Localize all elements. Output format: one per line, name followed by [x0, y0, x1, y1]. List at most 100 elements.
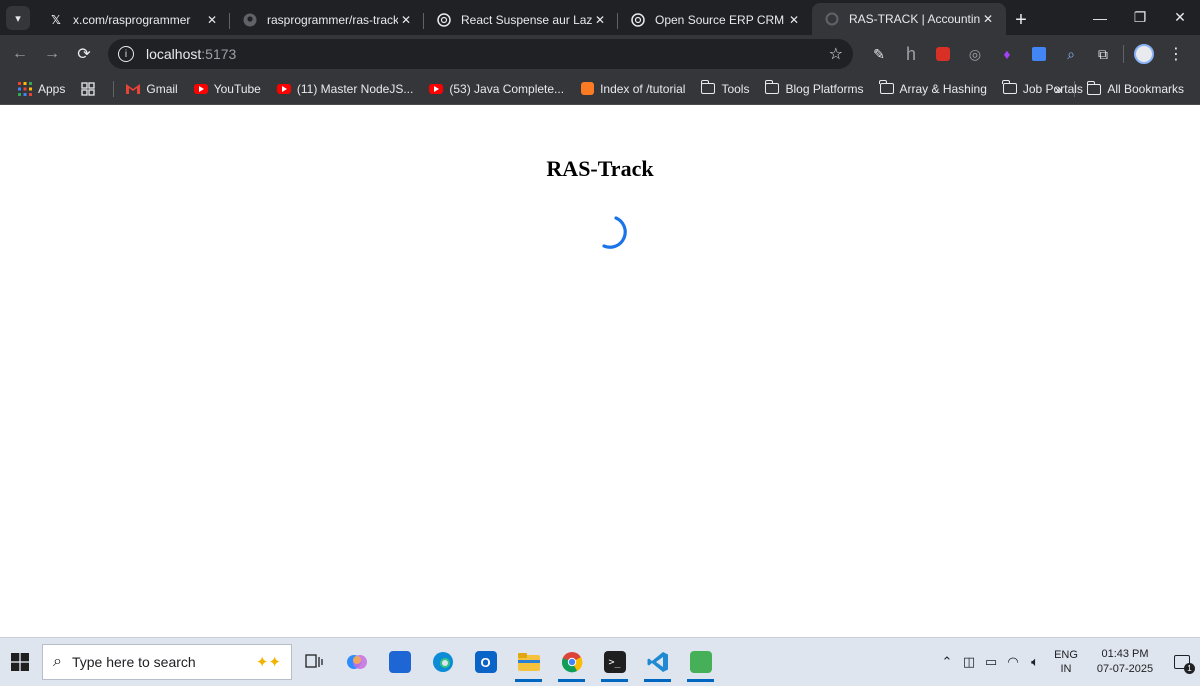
github-icon [242, 12, 258, 28]
taskbar-search-input[interactable]: ⌕ Type here to search ✦✦ [42, 644, 292, 680]
all-bookmarks-button[interactable]: All Bookmarks [1079, 75, 1192, 103]
reload-icon[interactable]: ⟳ [68, 38, 100, 70]
tab-title: x.com/rasprogrammer [73, 13, 191, 27]
tab-close-icon[interactable]: ✕ [398, 13, 414, 27]
restore-icon[interactable]: ❐ [1120, 0, 1160, 35]
meet-now-icon[interactable]: ◫ [958, 654, 980, 670]
bookmark-label: Apps [38, 81, 66, 96]
red-extension-icon[interactable] [927, 38, 959, 70]
page-title: RAS-Track [546, 156, 654, 181]
bookmark-index-tutorial[interactable]: Index of /tutorial [572, 75, 693, 103]
tab-close-icon[interactable]: ✕ [592, 13, 608, 27]
back-arrow-icon[interactable]: ← [4, 38, 36, 70]
wifi-icon[interactable]: ◠ [1002, 654, 1024, 670]
tab-close-icon[interactable]: ✕ [980, 12, 996, 26]
notepad-icon[interactable] [679, 641, 722, 683]
purple-extension-icon[interactable]: ♦ [991, 38, 1023, 70]
tab-search-button[interactable]: ▾ [6, 6, 30, 30]
compass-extension-icon[interactable]: ◎ [959, 38, 991, 70]
terminal-icon[interactable]: >_ [593, 641, 636, 683]
input-language[interactable]: ENG IN [1046, 648, 1086, 676]
bookmark-label: Gmail [146, 81, 178, 96]
task-view-icon[interactable] [292, 641, 335, 683]
translate-extension-icon[interactable] [1023, 38, 1055, 70]
loading-spinner-icon [602, 216, 627, 249]
folder-icon [1002, 80, 1017, 96]
tab-title: RAS-TRACK | Accounting Inv [849, 12, 980, 26]
bookmark-youtube[interactable]: YouTube [186, 75, 269, 103]
forward-arrow-icon[interactable]: → [36, 38, 68, 70]
bookmarks-divider [1074, 81, 1076, 97]
tab-github[interactable]: rasprogrammer/ras-track ✕ [230, 5, 424, 35]
sparkles-icon: ✦✦ [255, 654, 281, 671]
bookmark-star-icon[interactable]: ☆ [829, 44, 843, 64]
system-clock[interactable]: 01:43 PM 07-07-2025 [1086, 647, 1164, 677]
search-placeholder: Type here to search [71, 654, 196, 670]
tab-react-suspense[interactable]: React Suspense aur Lazy ✕ [424, 5, 618, 35]
chrome-browser-icon[interactable] [550, 641, 593, 683]
outlook-icon[interactable]: O [464, 641, 507, 683]
tab-close-icon[interactable]: ✕ [204, 13, 220, 27]
apps-grid-icon [18, 81, 32, 96]
bookmark-label: Tools [721, 81, 750, 96]
profile-avatar[interactable] [1128, 38, 1160, 70]
copilot-icon[interactable] [335, 641, 378, 683]
more-menu-icon[interactable]: ⋮ [1160, 38, 1192, 70]
tab-title: rasprogrammer/ras-track [267, 13, 398, 27]
bookmarks-right: » All Bookmarks [1047, 73, 1192, 105]
tab-title: Open Source ERP CRM [655, 13, 785, 27]
notification-center-icon[interactable]: 1 [1164, 655, 1200, 674]
search-extension-icon[interactable]: ⌕ [1055, 38, 1087, 70]
youtube-icon [429, 82, 444, 96]
youtube-icon [276, 82, 291, 96]
chevron-up-icon[interactable]: ⌃ [936, 654, 958, 670]
chatgpt-icon [436, 12, 452, 28]
tab-x[interactable]: 𝕏 x.com/rasprogrammer ✕ [36, 5, 230, 35]
bookmarks-bar: Apps Gmail YouTube (11) Master NodeJS...… [0, 73, 1200, 105]
windows-logo-icon [11, 653, 29, 671]
xampp-icon [580, 82, 594, 96]
bookmarks-divider [113, 80, 115, 97]
bookmark-java-complete[interactable]: (53) Java Complete... [421, 75, 572, 103]
close-window-icon[interactable]: ✕ [1160, 0, 1200, 35]
bookmark-folder-tools[interactable]: Tools [693, 75, 757, 103]
bookmark-label: (11) Master NodeJS... [296, 81, 414, 96]
folder-icon [700, 80, 716, 96]
volume-icon[interactable]: 🔈︎ [1024, 654, 1046, 670]
minimize-icon[interactable]: — [1080, 0, 1120, 35]
file-explorer-icon[interactable] [507, 641, 550, 683]
tab-groups-button[interactable] [73, 75, 109, 103]
youtube-icon [193, 82, 208, 96]
search-icon: ⌕ [53, 653, 62, 670]
bookmarks-overflow-icon[interactable]: » [1047, 75, 1071, 103]
h-extension-icon[interactable]: h [895, 38, 927, 70]
tab-open-source-erp[interactable]: Open Source ERP CRM ✕ [618, 5, 812, 35]
bookmark-master-nodejs[interactable]: (11) Master NodeJS... [269, 75, 421, 103]
address-bar[interactable]: i localhost:5173 ☆ [108, 39, 853, 69]
battery-icon[interactable]: ▭ [980, 654, 1002, 670]
vscode-icon[interactable] [636, 641, 679, 683]
windows-start-button[interactable] [0, 642, 40, 682]
tab-groups-icon [81, 81, 96, 96]
site-info-icon[interactable]: i [118, 46, 134, 62]
eyedropper-extension-icon[interactable]: ✎ [863, 38, 895, 70]
gmail-icon [126, 82, 141, 96]
bookmark-folder-array-hashing[interactable]: Array & Hashing [872, 75, 995, 103]
new-tab-button[interactable]: + [1006, 5, 1036, 35]
all-bookmarks-label: All Bookmarks [1107, 82, 1184, 96]
x-logo-icon: 𝕏 [51, 13, 61, 27]
extensions-puzzle-icon[interactable]: ⧉ [1087, 38, 1119, 70]
tab-close-icon[interactable]: ✕ [786, 13, 802, 27]
bookmark-apps[interactable]: Apps [10, 75, 73, 103]
microsoft-store-icon[interactable] [378, 641, 421, 683]
toolbar-divider [1123, 45, 1124, 63]
edge-browser-icon[interactable] [421, 641, 464, 683]
tab-ras-track[interactable]: RAS-TRACK | Accounting Inv ✕ [812, 3, 1006, 35]
bookmark-label: Blog Platforms [785, 81, 864, 96]
browser-tab-strip: ▾ 𝕏 x.com/rasprogrammer ✕ rasprogrammer/… [0, 0, 1200, 35]
address-url[interactable]: localhost:5173 [146, 46, 829, 62]
bookmark-folder-blog-platforms[interactable]: Blog Platforms [757, 75, 871, 103]
bookmark-gmail[interactable]: Gmail [118, 75, 185, 103]
folder-icon [764, 80, 780, 96]
bookmark-label: (53) Java Complete... [449, 81, 565, 96]
